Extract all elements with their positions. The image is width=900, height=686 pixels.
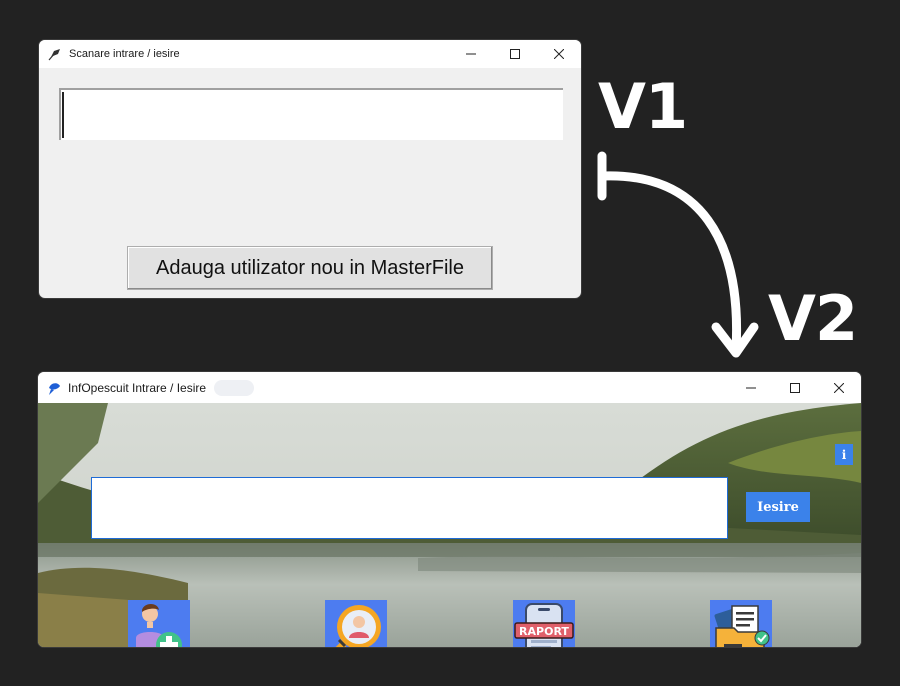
documents-folder-button[interactable] xyxy=(710,600,772,647)
search-user-icon xyxy=(330,605,381,647)
minimize-button[interactable] xyxy=(729,372,773,403)
add-user-icon xyxy=(136,604,182,647)
info-button[interactable]: i xyxy=(835,444,853,465)
exit-button[interactable]: Iesire xyxy=(746,492,810,522)
minimize-icon xyxy=(746,387,756,388)
fish-app-icon xyxy=(46,380,62,396)
redacted-blur xyxy=(214,379,255,396)
v2-title-bar[interactable]: InfOpescuit Intrare / Iesire xyxy=(38,372,861,403)
maximize-button[interactable] xyxy=(773,372,817,403)
add-user-button[interactable] xyxy=(128,600,190,647)
lake-background: i Iesire RAPORT xyxy=(38,403,861,647)
report-icon: RAPORT xyxy=(514,603,574,647)
close-icon xyxy=(834,382,844,393)
folder-docs-icon xyxy=(714,605,770,647)
v2-window-title: InfOpescuit Intrare / Iesire xyxy=(68,380,207,395)
raport-label: RAPORT xyxy=(519,625,569,638)
scan-input[interactable] xyxy=(91,477,728,539)
search-user-button[interactable] xyxy=(325,600,387,647)
close-button[interactable] xyxy=(817,372,861,403)
report-button[interactable]: RAPORT xyxy=(513,600,575,647)
v2-window: InfOpescuit Intrare / Iesire i Iesire RA… xyxy=(38,372,861,647)
maximize-icon xyxy=(790,382,800,393)
